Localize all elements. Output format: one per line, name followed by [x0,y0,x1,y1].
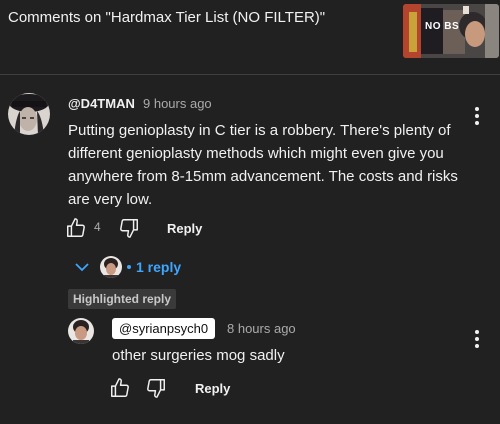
dot-separator-icon [127,265,131,269]
avatar[interactable] [8,93,50,135]
reply-dislike-button[interactable] [145,377,167,399]
avatar[interactable] [68,318,94,344]
highlighted-reply-badge: Highlighted reply [68,289,177,309]
reply-options-menu[interactable] [472,330,482,350]
reply-reply-button[interactable]: Reply [195,381,230,396]
comment-author[interactable]: @D4TMAN [68,96,135,111]
thumbnail-text: NO BS [425,21,460,32]
kebab-dot-icon [475,114,479,118]
header-divider [0,74,500,75]
dislike-button[interactable] [118,217,140,239]
reply-text: other surgeries mog sadly [112,347,285,364]
like-count: 4 [94,220,101,234]
reply-like-button[interactable] [109,377,131,399]
comment-time[interactable]: 9 hours ago [143,96,212,111]
reply-button[interactable]: Reply [167,221,202,236]
page-title: Comments on "Hardmax Tier List (NO FILTE… [8,9,326,26]
comments-header: Comments on "Hardmax Tier List (NO FILTE… [0,0,500,74]
kebab-dot-icon [475,330,479,334]
kebab-dot-icon [475,337,479,341]
kebab-dot-icon [475,107,479,111]
reply-author[interactable]: @syrianpsych0 [112,318,216,339]
like-button[interactable] [65,217,87,239]
replies-count-label: 1 reply [136,259,182,275]
thumbs-up-icon [67,218,85,237]
thumbs-down-icon [147,379,165,398]
video-thumbnail[interactable]: NO BS [403,4,499,58]
thumbs-down-icon [120,219,138,238]
kebab-dot-icon [475,344,479,348]
replies-toggle-button[interactable]: 1 reply [74,254,181,280]
thumbs-up-icon [111,378,129,397]
comment-options-menu[interactable] [472,107,482,127]
kebab-dot-icon [475,121,479,125]
chevron-down-icon [75,263,89,272]
reply-author-avatar [100,256,122,278]
reply-time[interactable]: 8 hours ago [227,321,296,336]
comment-text: Putting genioplasty in C tier is a robbe… [68,122,458,208]
